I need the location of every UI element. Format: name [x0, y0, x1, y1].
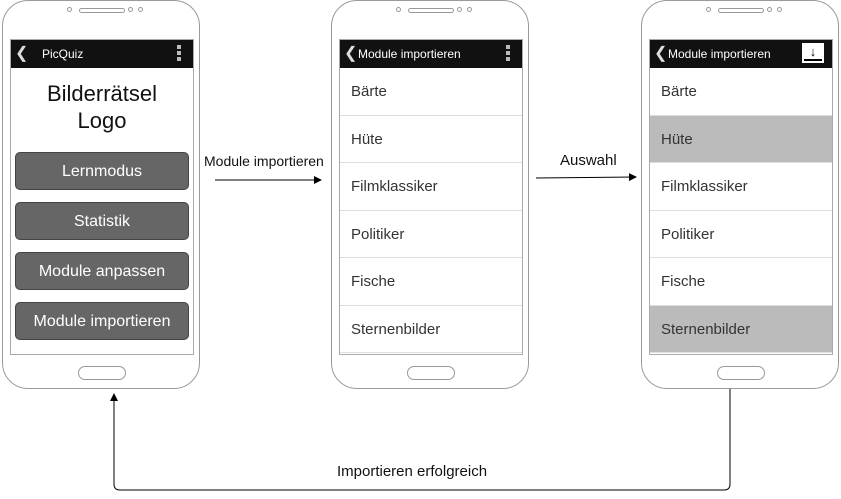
arrow-select — [535, 173, 637, 182]
edge-label-select: Auswahl — [560, 152, 617, 169]
edge-label-success: Importieren erfolgreich — [337, 463, 488, 480]
flow-arrows — [110, 173, 731, 491]
edge-label-import: Module importieren — [204, 153, 324, 169]
